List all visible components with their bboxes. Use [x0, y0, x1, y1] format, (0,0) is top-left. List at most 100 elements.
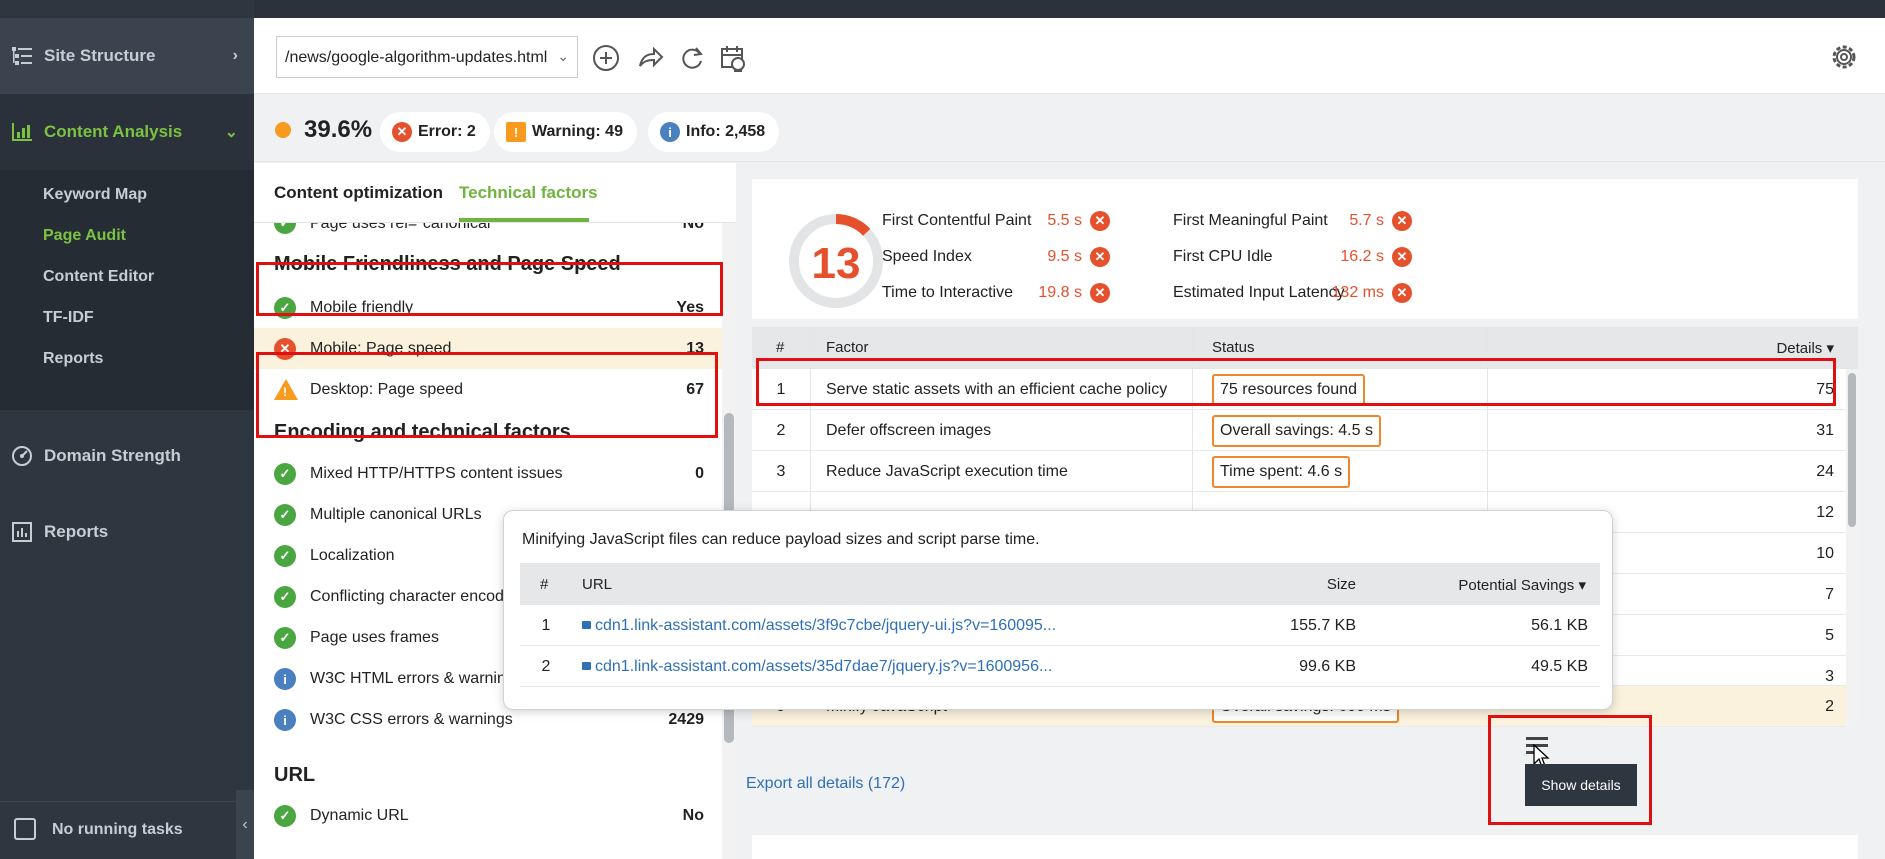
- row-factor: Defer offscreen images: [826, 422, 992, 439]
- factor-name: W3C HTML errors & warnings: [310, 670, 523, 687]
- nav-site-structure[interactable]: Site Structure ›: [0, 18, 254, 94]
- page-url-value: /news/google-algorithm-updates.html: [285, 49, 548, 66]
- chevron-down-icon: ⌄: [557, 48, 569, 64]
- ok-icon: ✓: [274, 504, 296, 526]
- factor-name: Localization: [310, 547, 395, 564]
- metric-fmp-name: First Meaningful Paint: [1173, 212, 1328, 229]
- factor-row-mobile-friendly[interactable]: ✓ Mobile friendly Yes: [254, 287, 724, 328]
- nav-reports[interactable]: Reports: [0, 494, 254, 570]
- schedule-alert-icon[interactable]: [718, 42, 750, 74]
- popup-col-num[interactable]: #: [540, 576, 548, 593]
- error-count-pill[interactable]: ✕ Error: 2: [380, 112, 490, 152]
- table-row[interactable]: 1 Serve static assets with an efficient …: [752, 369, 1858, 410]
- col-details-header[interactable]: Details ▾: [1776, 339, 1834, 357]
- metric-fcp-name: First Contentful Paint: [882, 212, 1032, 229]
- score-status-dot: [275, 122, 291, 138]
- info-icon: i: [274, 709, 296, 731]
- fail-icon: ✕: [1090, 283, 1110, 303]
- error-icon: ✕: [274, 338, 296, 360]
- popup-col-size[interactable]: Size: [1327, 576, 1356, 593]
- table-header: # Factor Status Details ▾: [752, 327, 1858, 369]
- col-factor-header[interactable]: Factor: [826, 339, 869, 356]
- factor-name: Dynamic URL: [310, 807, 409, 824]
- ok-icon: ✓: [274, 463, 296, 485]
- popup-table-row[interactable]: 1 cdn1.link-assistant.com/assets/3f9c7cb…: [520, 605, 1600, 646]
- content-analysis-icon: [12, 123, 32, 141]
- warning-count-label: Warning: 49: [532, 123, 623, 140]
- factor-row-dynamic-url[interactable]: ✓ Dynamic URL No: [254, 799, 724, 859]
- fail-icon: ✕: [1090, 211, 1110, 231]
- chevron-right-icon: ›: [232, 47, 238, 64]
- fail-icon: ✕: [1392, 283, 1412, 303]
- share-icon[interactable]: [634, 42, 666, 74]
- factor-row-mixed-content[interactable]: ✓ Mixed HTTP/HTTPS content issues 0: [254, 453, 724, 494]
- add-icon[interactable]: [590, 42, 622, 74]
- col-num-header[interactable]: #: [776, 339, 784, 356]
- reports-icon: [12, 522, 32, 542]
- row-num: 3: [776, 463, 786, 480]
- factors-table-scrollbar[interactable]: [1846, 369, 1858, 727]
- col-status-header[interactable]: Status: [1212, 339, 1255, 356]
- info-count-pill[interactable]: i Info: 2,458: [648, 112, 780, 152]
- active-tab-underline: [459, 218, 589, 222]
- row-status-badge: Time spent: 4.6 s: [1212, 456, 1351, 488]
- factor-name: Multiple canonical URLs: [310, 506, 482, 523]
- factor-tabs: Content optimization Technical factors: [254, 163, 736, 223]
- factor-value: 13: [686, 340, 704, 357]
- warning-glyph: !: [283, 385, 287, 399]
- factor-name: Desktop: Page speed: [310, 381, 463, 398]
- show-details-tooltip: Show details: [1525, 764, 1637, 806]
- sidebar-item-tf-idf[interactable]: TF-IDF: [43, 309, 94, 327]
- sidebar-item-content-editor[interactable]: Content Editor: [43, 268, 154, 286]
- popup-col-url[interactable]: URL: [582, 576, 612, 593]
- warning-count-pill[interactable]: ! Warning: 49: [494, 112, 637, 152]
- metric-fcp-value: 5.5 s: [1047, 212, 1082, 229]
- row-details: 3: [1825, 668, 1834, 685]
- export-all-details-link[interactable]: Export all details (172): [746, 775, 905, 793]
- factor-row-mobile-page-speed[interactable]: ✕ Mobile: Page speed 13: [254, 328, 724, 369]
- factor-row-desktop-page-speed[interactable]: ! Desktop: Page speed 67: [254, 369, 724, 410]
- nav-site-structure-label: Site Structure: [44, 46, 156, 65]
- info-icon: i: [660, 122, 680, 142]
- nav-content-analysis-label: Content Analysis: [44, 122, 183, 141]
- sidebar-item-page-audit[interactable]: Page Audit: [43, 227, 126, 245]
- info-icon: i: [274, 668, 296, 690]
- sidebar-item-keyword-map[interactable]: Keyword Map: [43, 186, 147, 204]
- sidebar-item-reports[interactable]: Reports: [43, 350, 103, 368]
- factor-name: Conflicting character encoding: [310, 588, 526, 605]
- window-top-strip: [0, 0, 254, 18]
- factor-row-partial[interactable]: ✓ Page uses rel="canonical" No: [254, 223, 724, 245]
- factor-name: Page uses frames: [310, 629, 439, 646]
- popup-col-savings[interactable]: Potential Savings ▾: [1458, 576, 1586, 594]
- nav-reports-label: Reports: [44, 522, 109, 541]
- metric-tti-name: Time to Interactive: [882, 284, 1014, 301]
- table-row[interactable]: 3 Reduce JavaScript execution time Time …: [752, 451, 1858, 492]
- nav-content-analysis[interactable]: Content Analysis ⌄: [0, 94, 254, 170]
- collapse-sidebar-button[interactable]: ‹: [236, 790, 254, 859]
- popup-row-savings: 49.5 KB: [1531, 658, 1588, 675]
- row-status-badge: 75 resources found: [1212, 374, 1365, 406]
- running-tasks-status[interactable]: No running tasks: [0, 801, 254, 859]
- fail-icon: ✕: [1392, 247, 1412, 267]
- table-row[interactable]: 2 Defer offscreen images Overall savings…: [752, 410, 1858, 451]
- factor-value: No: [682, 223, 704, 232]
- metric-si-value: 9.5 s: [1047, 248, 1082, 265]
- details-popup: Minifying JavaScript files can reduce pa…: [503, 510, 1613, 710]
- row-status-badge: Overall savings: 4.5 s: [1212, 415, 1381, 447]
- popup-row-savings: 56.1 KB: [1531, 617, 1588, 634]
- popup-table-row[interactable]: 2 cdn1.link-assistant.com/assets/35d7dae…: [520, 646, 1600, 687]
- audit-score-bar: 39.6% ✕ Error: 2 ! Warning: 49 i Info: 2…: [254, 94, 1885, 162]
- ok-icon: ✓: [274, 223, 296, 234]
- tab-content-optimization[interactable]: Content optimization: [274, 183, 443, 203]
- ok-icon: ✓: [274, 297, 296, 319]
- settings-gear-icon[interactable]: [1829, 42, 1859, 72]
- nav-domain-strength[interactable]: Domain Strength: [0, 418, 254, 494]
- row-details: 24: [1816, 463, 1834, 480]
- tab-technical-factors[interactable]: Technical factors: [459, 183, 598, 203]
- scrollbar-thumb[interactable]: [1848, 373, 1856, 527]
- page-url-select[interactable]: /news/google-algorithm-updates.html ⌄: [276, 36, 578, 78]
- metric-tti-value: 19.8 s: [1038, 284, 1082, 301]
- refresh-icon[interactable]: [676, 42, 708, 74]
- next-section-card: [752, 835, 1858, 859]
- popup-table-header: # URL Size Potential Savings ▾: [520, 563, 1600, 605]
